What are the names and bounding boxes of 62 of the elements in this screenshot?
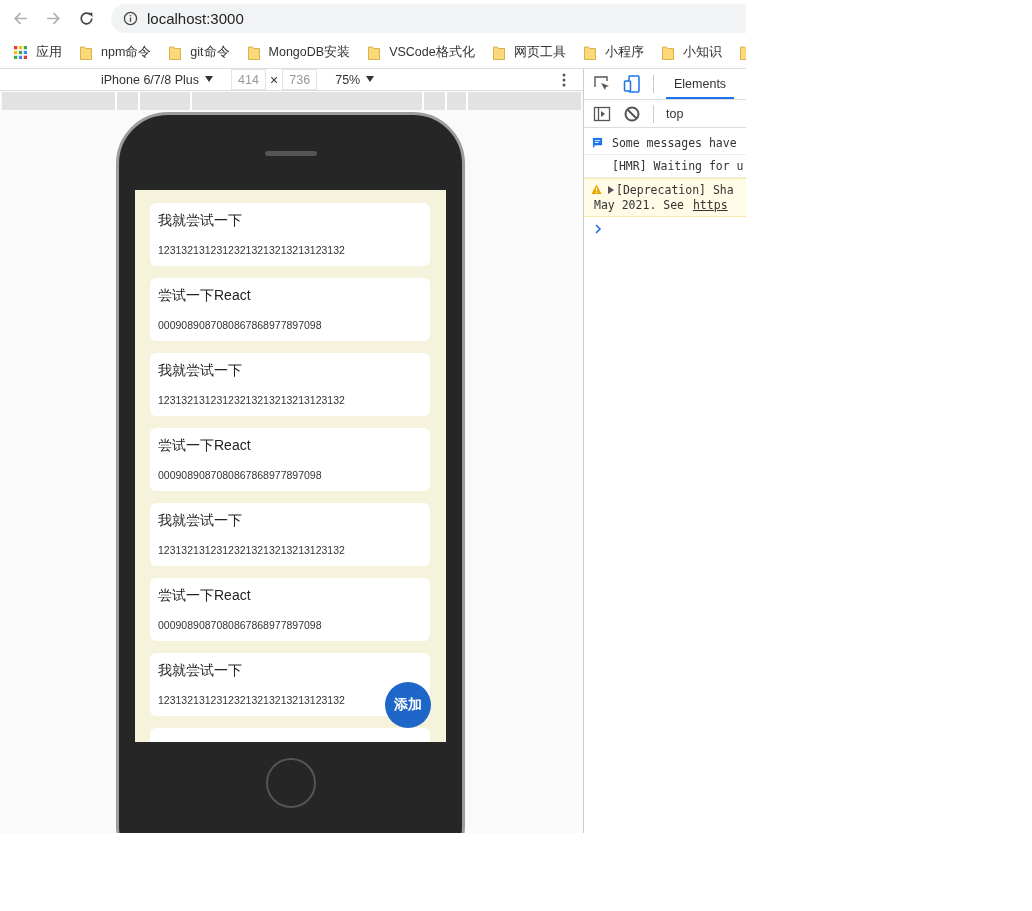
card-title: 我就尝试一下 bbox=[158, 512, 243, 530]
bookmark-folder[interactable]: VSCode格式化 bbox=[368, 44, 475, 61]
card[interactable]: 尝试一下React 0009089087080867868977897098 bbox=[150, 578, 430, 641]
card-title: 我就尝试一下 bbox=[158, 362, 243, 380]
more-options-icon[interactable] bbox=[562, 72, 566, 87]
bookmark-folder[interactable]: 小程序 bbox=[583, 44, 644, 61]
info-icon bbox=[123, 11, 138, 26]
add-button[interactable]: 添加 bbox=[385, 682, 431, 728]
reload-icon[interactable] bbox=[78, 10, 95, 27]
folder-icon bbox=[247, 45, 260, 60]
speaker-icon bbox=[264, 151, 317, 156]
card[interactable]: 我就尝试一下 12313213123123213213213213123132 bbox=[150, 353, 430, 416]
device-select[interactable]: iPhone 6/7/8 Plus bbox=[101, 72, 213, 87]
card[interactable]: 尝试一下React 0009089087080867868977897098 bbox=[150, 428, 430, 491]
folder-icon bbox=[80, 45, 92, 60]
console-message: Some messages have bbox=[612, 136, 737, 150]
card[interactable]: 尝试一下React 0009089087080867868977897098 bbox=[150, 278, 430, 341]
card-title: 我就尝试一下 bbox=[158, 212, 243, 230]
console-message: [HMR] Waiting for u bbox=[612, 159, 744, 173]
context-select[interactable]: top bbox=[666, 106, 684, 121]
apps-bookmark[interactable]: 应用 bbox=[14, 44, 62, 61]
folder-icon bbox=[169, 45, 182, 60]
card-number: 12313213123123213213213213123132 bbox=[158, 244, 345, 256]
warning-icon bbox=[591, 184, 602, 195]
folder-icon bbox=[492, 45, 505, 60]
card-number: 12313213123123213213213213123132 bbox=[158, 694, 345, 706]
address-bar[interactable]: localhost:3000 bbox=[111, 4, 746, 33]
card-number: 12313213123123213213213213123132 bbox=[158, 544, 345, 556]
card-title: 尝试一下React bbox=[158, 287, 252, 305]
card-number: 12313213123123213213213213123132 bbox=[158, 394, 345, 406]
bookmark-folder[interactable]: git命令 bbox=[169, 44, 230, 61]
times-sign: × bbox=[270, 71, 279, 88]
prompt-chevron-icon[interactable] bbox=[594, 224, 602, 234]
clear-console-icon[interactable] bbox=[623, 104, 641, 123]
folder-icon bbox=[368, 45, 381, 60]
sidebar-icon[interactable] bbox=[593, 104, 611, 123]
folder-icon bbox=[583, 45, 596, 60]
url-text: localhost:3000 bbox=[147, 10, 244, 27]
console-message: May 2021. See bbox=[594, 198, 685, 212]
card-title: 尝试一下React bbox=[158, 437, 252, 455]
bookmark-folder[interactable]: 网页工具 bbox=[492, 44, 566, 61]
card-number: 0009089087080867868977897098 bbox=[158, 469, 322, 481]
card[interactable]: 我就尝试一下 12313213123123213213213213123132 bbox=[150, 203, 430, 266]
card[interactable]: 我就尝试一下 12313213123123213213213213123132 bbox=[150, 503, 430, 566]
console-message: [Deprecation] Sha bbox=[616, 183, 734, 197]
zoom-select[interactable]: 75% bbox=[335, 72, 375, 87]
bookmark-folder[interactable]: 小知识 bbox=[661, 44, 722, 61]
card-title: 尝试一下React bbox=[158, 587, 252, 605]
bookmark-folder[interactable]: npm命令 bbox=[80, 44, 152, 61]
caret-icon bbox=[366, 75, 375, 82]
message-icon bbox=[592, 137, 603, 148]
device-toolbar-icon[interactable] bbox=[623, 75, 641, 93]
caret-icon bbox=[205, 75, 213, 82]
bookmark-folder[interactable]: MongoDB安装 bbox=[247, 44, 351, 61]
card-title: 我就尝试一下 bbox=[158, 662, 243, 680]
card-number: 0009089087080867868977897098 bbox=[158, 619, 322, 631]
console-link[interactable]: https bbox=[692, 198, 728, 212]
expand-triangle-icon[interactable] bbox=[608, 186, 614, 194]
folder-icon bbox=[661, 45, 674, 60]
apps-grid-icon bbox=[14, 46, 27, 59]
devtools-tab[interactable]: Elements bbox=[666, 69, 735, 99]
card-number: 0009089087080867868977897098 bbox=[158, 319, 322, 331]
